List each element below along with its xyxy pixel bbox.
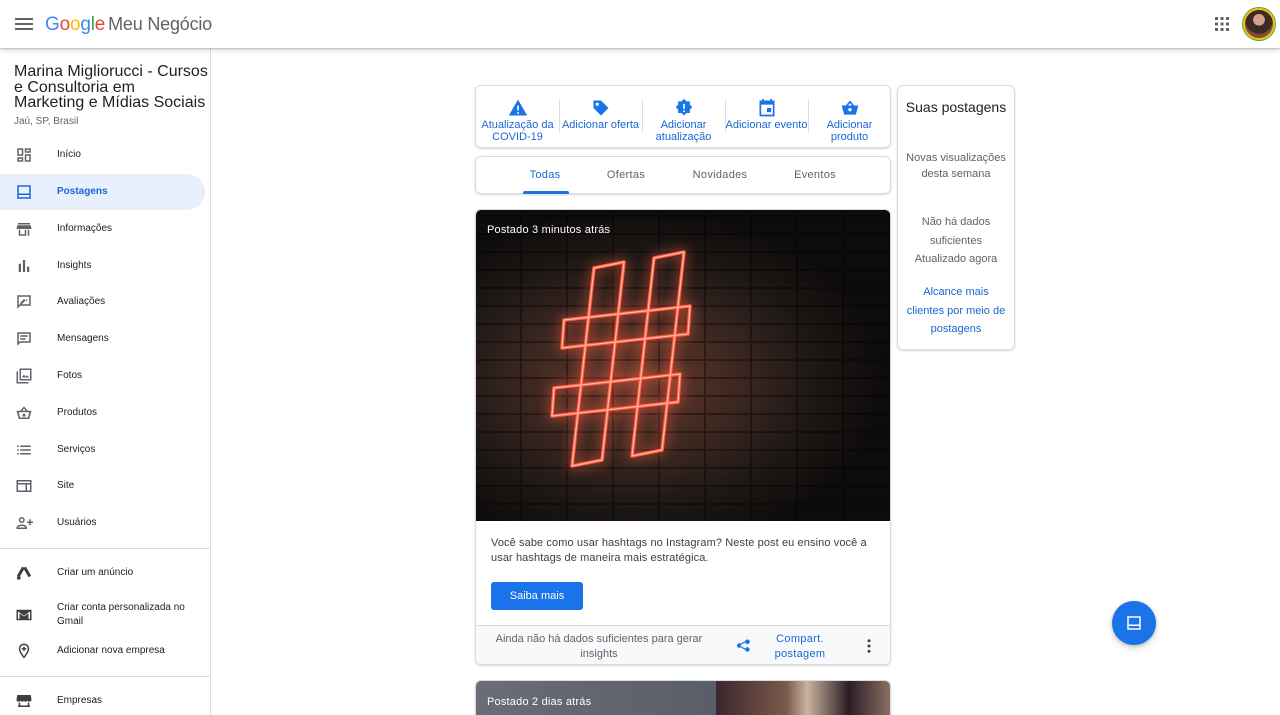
- add-product-button[interactable]: Adicionar produto: [808, 86, 891, 149]
- stats-updated: Atualizado agora: [914, 253, 998, 265]
- tab-eventos[interactable]: Eventos: [784, 157, 846, 195]
- share-icon[interactable]: [734, 638, 752, 656]
- add-location-icon: [18, 643, 30, 659]
- list-icon: [17, 445, 31, 455]
- post-card: Postado 3 minutos atrás Você sabe como u…: [475, 209, 891, 665]
- post-footer: Ainda não há dados suficientes para gera…: [476, 625, 890, 664]
- stats-subtitle: Novas visualizações desta semana: [906, 152, 1006, 180]
- photos-icon: [16, 368, 32, 384]
- update-icon: [675, 98, 693, 116]
- add-update-button[interactable]: Adicionar atualização: [642, 86, 725, 149]
- store-icon: [16, 223, 32, 236]
- stats-title: Suas postagens: [905, 99, 1007, 115]
- covid-update-button[interactable]: Atualização da COVID-19: [476, 86, 559, 149]
- posts-icon: [1127, 616, 1141, 630]
- basket-icon: [16, 406, 32, 419]
- active-tab-indicator: [523, 191, 569, 194]
- sidebar-item-insights[interactable]: Insights: [0, 248, 205, 284]
- reviews-icon: [17, 295, 31, 309]
- post-timestamp: Postado 3 minutos atrás: [487, 224, 611, 236]
- sidebar-item-usuarios[interactable]: Usuários: [0, 505, 205, 541]
- more-vert-icon[interactable]: [860, 637, 878, 655]
- tab-todas[interactable]: Todas: [520, 157, 570, 195]
- add-offer-button[interactable]: Adicionar oferta: [559, 86, 642, 149]
- storefront-icon: [16, 695, 32, 707]
- sidebar-item-mensagens[interactable]: Mensagens: [0, 321, 205, 357]
- calendar-icon: [759, 98, 775, 117]
- your-posts-stats-card: Suas postagens Novas visualizações desta…: [897, 85, 1015, 350]
- sidebar: Marina Migliorucci - Cursos e Consultori…: [0, 48, 211, 715]
- dashboard-icon: [17, 148, 31, 162]
- posts-icon: [17, 185, 31, 199]
- post-card: Postado 2 dias atrás: [475, 680, 891, 715]
- add-event-button[interactable]: Adicionar evento: [725, 86, 808, 149]
- reach-more-customers-link[interactable]: Alcance mais clientes por meio de postag…: [906, 283, 1006, 339]
- insights-message: Ainda não há dados suficientes para gera…: [495, 633, 703, 660]
- neon-hashtag-image: [550, 250, 692, 468]
- sidebar-item-adicionar-empresa[interactable]: Adicionar nova empresa: [0, 633, 205, 669]
- add-user-icon: [16, 517, 33, 529]
- sidebar-item-avaliacoes[interactable]: Avaliações: [0, 284, 205, 320]
- google-my-business-logo[interactable]: Google Meu Negócio: [45, 12, 212, 37]
- business-location: Jaú, SP, Brasil: [14, 116, 79, 127]
- bar-chart-icon: [18, 260, 30, 272]
- tag-icon: [593, 100, 609, 116]
- account-avatar[interactable]: [1243, 8, 1275, 40]
- basket-icon: [841, 100, 859, 115]
- message-icon: [17, 332, 31, 346]
- sidebar-item-gmail[interactable]: Criar conta personalizada no Gmail: [0, 593, 205, 637]
- gmail-icon: [16, 609, 32, 621]
- share-post-button[interactable]: Compart. postagem: [766, 632, 834, 662]
- apps-grid-icon[interactable]: [1210, 12, 1234, 36]
- post-description: Você sabe como usar hashtags no Instagra…: [491, 537, 867, 564]
- sidebar-item-postagens[interactable]: Postagens: [0, 174, 205, 210]
- tab-novidades[interactable]: Novidades: [684, 157, 756, 195]
- sidebar-item-produtos[interactable]: Produtos: [0, 395, 205, 431]
- post-actions-card: Atualização da COVID-19 Adicionar oferta…: [475, 85, 891, 148]
- menu-icon[interactable]: [12, 12, 36, 36]
- create-post-fab[interactable]: [1112, 601, 1156, 645]
- stats-no-data: Não há dados suficientes Atualizado agor…: [898, 213, 1014, 269]
- google-ads-icon: [16, 566, 32, 580]
- sidebar-item-inicio[interactable]: Início: [0, 137, 205, 173]
- post-image[interactable]: Postado 3 minutos atrás: [476, 210, 890, 521]
- sidebar-item-fotos[interactable]: Fotos: [0, 358, 205, 394]
- sidebar-divider: [0, 676, 211, 677]
- sidebar-item-informacoes[interactable]: Informações: [0, 211, 205, 247]
- business-name: Marina Migliorucci - Cursos e Consultori…: [14, 63, 208, 111]
- web-icon: [16, 480, 32, 492]
- tab-ofertas[interactable]: Ofertas: [598, 157, 654, 195]
- sidebar-item-empresas[interactable]: Empresas: [0, 683, 205, 715]
- sidebar-item-servicos[interactable]: Serviços: [0, 432, 205, 468]
- top-app-bar: Google Meu Negócio: [0, 0, 1280, 48]
- learn-more-button[interactable]: Saiba mais: [491, 582, 583, 610]
- sidebar-divider: [0, 548, 211, 549]
- post-timestamp: Postado 2 dias atrás: [487, 696, 592, 708]
- sidebar-item-site[interactable]: Site: [0, 468, 205, 504]
- post-filter-tabs: Todas Ofertas Novidades Eventos: [475, 156, 891, 194]
- warning-icon: [508, 99, 528, 116]
- sidebar-item-criar-anuncio[interactable]: Criar um anúncio: [0, 555, 205, 591]
